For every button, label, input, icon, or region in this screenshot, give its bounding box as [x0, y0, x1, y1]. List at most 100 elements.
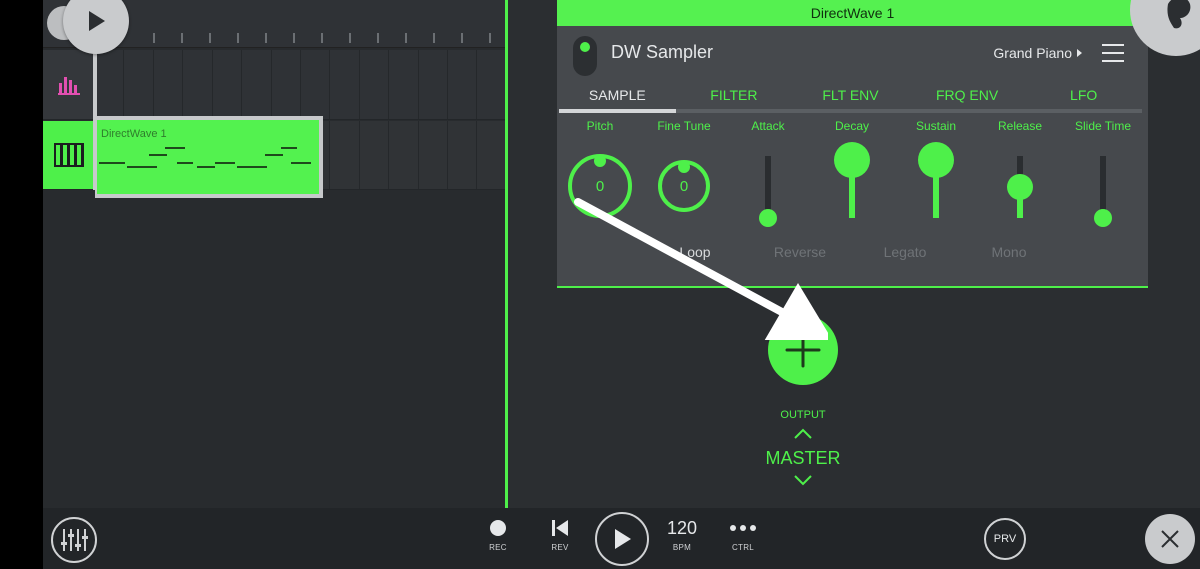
ruler-tick — [209, 33, 211, 43]
piano-keys-icon[interactable] — [43, 121, 95, 189]
ruler-tick — [293, 33, 295, 43]
loop-toggle[interactable]: Loop — [679, 244, 710, 260]
note — [165, 147, 185, 149]
note — [99, 162, 125, 164]
fine-tune-knob[interactable]: 0 — [658, 160, 710, 212]
transport-bar: REC REV 120 BPM CTRL PRV — [43, 508, 1200, 569]
release-label: Release — [997, 119, 1043, 133]
ruler-tick — [265, 33, 267, 43]
tab-filter[interactable]: FILTER — [676, 81, 793, 109]
preview-button[interactable]: PRV — [984, 518, 1026, 560]
slider-thumb[interactable] — [1094, 209, 1112, 227]
caret-right-icon — [1077, 49, 1082, 57]
ruler-tick — [461, 33, 463, 43]
ruler-tick — [237, 33, 239, 43]
plugin-panel: DW Sampler Grand Piano SAMPLE FILTER FLT… — [557, 26, 1148, 288]
fl-studio-logo[interactable] — [1130, 0, 1200, 56]
ruler-tick — [321, 33, 323, 43]
slider-thumb[interactable] — [759, 209, 777, 227]
mixer-button[interactable] — [51, 517, 97, 563]
track-row-drums[interactable] — [43, 50, 507, 120]
rec-button[interactable]: REC — [489, 508, 507, 552]
ruler-tick — [377, 33, 379, 43]
fine-tune-value: 0 — [679, 177, 689, 195]
rec-label: REC — [489, 543, 507, 552]
playhead-line[interactable] — [93, 40, 97, 190]
ruler-tick — [153, 33, 155, 43]
knob-indicator — [678, 161, 690, 173]
decay-slider[interactable] — [834, 142, 870, 218]
play-icon — [615, 529, 631, 549]
plugin-window-title[interactable]: DirectWave 1 — [557, 0, 1148, 26]
ruler-tick — [349, 33, 351, 43]
bpm-label: BPM — [672, 543, 692, 552]
note — [237, 166, 267, 168]
ruler-tick — [489, 33, 491, 43]
knob-indicator — [594, 155, 606, 167]
mono-toggle[interactable]: Mono — [991, 244, 1026, 260]
slider-thumb[interactable] — [834, 142, 870, 178]
pitch-knob[interactable]: 0 — [568, 154, 632, 218]
note — [197, 166, 215, 168]
output-target[interactable]: MASTER — [765, 448, 840, 469]
clip-label: DirectWave 1 — [101, 128, 167, 140]
more-dots-icon — [730, 525, 756, 531]
record-icon — [490, 520, 506, 536]
close-icon — [1161, 530, 1179, 548]
preset-selector[interactable]: Grand Piano — [993, 45, 1082, 61]
ruler-tick — [433, 33, 435, 43]
plugin-tabs: SAMPLE FILTER FLT ENV FRQ ENV LFO — [559, 81, 1142, 113]
sustain-label: Sustain — [915, 119, 957, 133]
decay-label: Decay — [834, 119, 870, 133]
output-label: OUTPUT — [780, 409, 826, 421]
plus-icon — [785, 332, 821, 368]
add-button[interactable] — [768, 315, 838, 385]
attack-label: Attack — [751, 119, 785, 133]
plugin-area: DirectWave 1 DW Sampler Grand Piano SAMP… — [508, 0, 1200, 508]
note — [291, 162, 311, 164]
plugin-name: DW Sampler — [611, 42, 714, 62]
rev-label: REV — [551, 543, 569, 552]
power-toggle[interactable] — [573, 36, 597, 76]
reverse-toggle[interactable]: Reverse — [774, 244, 826, 260]
ctrl-button[interactable]: CTRL — [729, 508, 757, 552]
pattern-grid[interactable] — [95, 50, 507, 119]
chevron-up-icon[interactable] — [793, 428, 813, 440]
slide-time-label: Slide Time — [1074, 119, 1132, 133]
pattern-clip[interactable]: DirectWave 1 — [95, 116, 323, 198]
chevron-down-icon[interactable] — [793, 474, 813, 486]
fine-tune-label: Fine Tune — [657, 119, 711, 133]
hamburger-menu-icon[interactable] — [1102, 44, 1124, 62]
app-window: DirectWave 1 DirectWave 1 DW Sampler Gra… — [43, 0, 1200, 569]
slider-thumb[interactable] — [1007, 174, 1033, 200]
note — [281, 147, 297, 149]
note — [149, 154, 167, 156]
slide-time-slider[interactable] — [1094, 156, 1112, 227]
note — [265, 154, 283, 156]
sustain-slider[interactable] — [918, 142, 954, 218]
ruler-tick — [181, 33, 183, 43]
release-slider[interactable] — [1007, 156, 1033, 218]
tab-sample[interactable]: SAMPLE — [559, 81, 676, 113]
play-icon — [89, 11, 105, 31]
preset-label: Grand Piano — [993, 45, 1072, 61]
slider-thumb[interactable] — [918, 142, 954, 178]
tab-flt-env[interactable]: FLT ENV — [792, 81, 909, 109]
playlist-panel: DirectWave 1 — [43, 0, 507, 508]
bars-icon[interactable] — [43, 50, 95, 119]
close-button[interactable] — [1145, 514, 1195, 564]
note — [177, 162, 193, 164]
power-led-icon — [580, 42, 590, 52]
tab-lfo[interactable]: LFO — [1025, 81, 1142, 109]
ctrl-label: CTRL — [731, 543, 755, 552]
song-play-button[interactable] — [595, 512, 649, 566]
legato-toggle[interactable]: Legato — [884, 244, 927, 260]
rev-button[interactable]: REV — [551, 508, 569, 552]
ruler-tick — [405, 33, 407, 43]
skip-back-icon — [552, 520, 568, 536]
attack-slider[interactable] — [759, 156, 777, 227]
bpm-control[interactable]: 120 BPM — [667, 508, 697, 552]
pitch-value: 0 — [595, 177, 605, 195]
tab-frq-env[interactable]: FRQ ENV — [909, 81, 1026, 109]
bpm-value: 120 — [666, 518, 698, 538]
